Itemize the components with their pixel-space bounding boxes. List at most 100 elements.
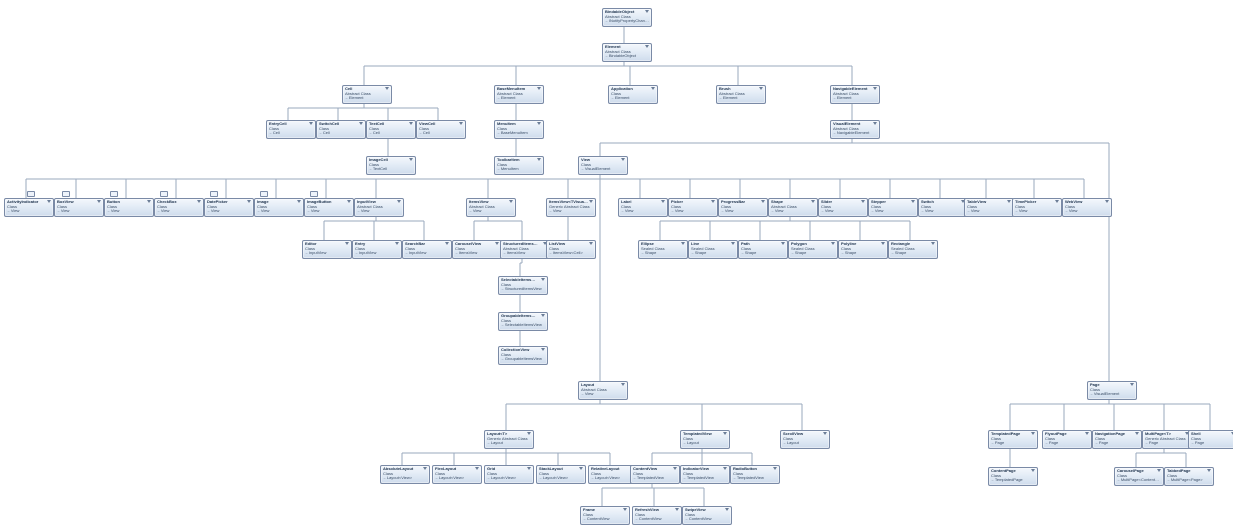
class-node-image[interactable]: ImageClassView (254, 198, 304, 217)
class-node-scrollView[interactable]: ScrollViewClassLayout (780, 430, 830, 449)
class-node-timePicker[interactable]: TimePickerClassView (1012, 198, 1062, 217)
class-node-polygon[interactable]: PolygonSealed ClassShape (788, 240, 838, 259)
class-node-activityIndicator[interactable]: ActivityIndicatorClassView (4, 198, 54, 217)
class-node-slider[interactable]: SliderClassView (818, 198, 868, 217)
class-node-baseMenuItem[interactable]: BaseMenuItemAbstract ClassElement (494, 85, 544, 104)
class-node-picker[interactable]: PickerClassView (668, 198, 718, 217)
class-node-multiPage[interactable]: MultiPage<T>Generic Abstract ClassPage (1142, 430, 1192, 449)
class-base: ItemsView (455, 251, 499, 256)
class-node-collectionView[interactable]: CollectionViewClassGroupableItemsView (498, 346, 548, 365)
class-node-entry[interactable]: EntryClassInputView (352, 240, 402, 259)
class-base: View (721, 209, 765, 214)
collapsed-stub[interactable] (62, 191, 70, 197)
chevron-down-icon (1135, 432, 1139, 435)
class-node-bindableObject[interactable]: BindableObjectAbstract ClassINotifyPrope… (602, 8, 652, 27)
collapsed-stub[interactable] (210, 191, 218, 197)
class-node-brush[interactable]: BrushAbstract ClassElement (716, 85, 766, 104)
class-base: Shape (641, 251, 685, 256)
chevron-down-icon (1130, 383, 1134, 386)
class-node-frame[interactable]: FrameClassContentView (580, 506, 630, 525)
class-node-rectangle[interactable]: RectangleSealed ClassShape (888, 240, 938, 259)
class-base: Layout<View> (487, 476, 531, 481)
class-node-element[interactable]: ElementAbstract ClassBindableObject (602, 43, 652, 62)
class-node-navigationPage[interactable]: NavigationPageClassPage (1092, 430, 1142, 449)
class-node-itemsViewTVisual[interactable]: ItemsView<TVisua…Generic Abstract ClassV… (546, 198, 596, 217)
collapsed-stub[interactable] (110, 191, 118, 197)
class-base: View (549, 209, 593, 214)
class-node-layoutT[interactable]: Layout<T>Generic Abstract ClassLayout (484, 430, 534, 449)
class-node-textCell[interactable]: TextCellClassCell (366, 120, 416, 139)
class-node-carouselPage[interactable]: CarouselPageClassMultiPage<ContentPa… (1114, 467, 1164, 486)
class-node-stackLayout[interactable]: StackLayoutClassLayout<View> (536, 465, 586, 484)
class-node-visualElement[interactable]: VisualElementAbstract ClassNavigableElem… (830, 120, 880, 139)
class-base: View (671, 209, 715, 214)
class-node-toolbarItem[interactable]: ToolbarItemClassMenuItem (494, 156, 544, 175)
class-node-inputView[interactable]: InputViewAbstract ClassView (354, 198, 404, 217)
class-node-checkBox[interactable]: CheckBoxClassView (154, 198, 204, 217)
class-node-polyline[interactable]: PolylineClassShape (838, 240, 888, 259)
collapsed-stub[interactable] (160, 191, 168, 197)
class-node-imageCell[interactable]: ImageCellClassTextCell (366, 156, 416, 175)
class-node-ellipse[interactable]: EllipseSealed ClassShape (638, 240, 688, 259)
class-node-boxView[interactable]: BoxViewClassView (54, 198, 104, 217)
collapsed-stub[interactable] (27, 191, 35, 197)
class-node-selectableItems[interactable]: SelectableItems…ClassStructuredItemsView (498, 276, 548, 295)
class-base: Page (1145, 441, 1189, 446)
class-node-groupableItems[interactable]: GroupableItems…ClassSelectableItemsView (498, 312, 548, 331)
class-node-view[interactable]: ViewClassVisualElement (578, 156, 628, 175)
class-node-layout[interactable]: LayoutAbstract ClassView (578, 381, 628, 400)
class-node-viewCell[interactable]: ViewCellClassCell (416, 120, 466, 139)
class-node-grid[interactable]: GridClassLayout<View> (484, 465, 534, 484)
class-node-navigableElement[interactable]: NavigableElementAbstract ClassElement (830, 85, 880, 104)
class-node-stepper[interactable]: StepperClassView (868, 198, 918, 217)
class-node-cell[interactable]: CellAbstract ClassElement (342, 85, 392, 104)
collapsed-stub[interactable] (260, 191, 268, 197)
class-node-label[interactable]: LabelClassView (618, 198, 668, 217)
class-node-flyoutPage[interactable]: FlyoutPageClassPage (1042, 430, 1092, 449)
class-node-switch[interactable]: SwitchClassView (918, 198, 968, 217)
class-base: View (7, 209, 51, 214)
class-node-button[interactable]: ButtonClassView (104, 198, 154, 217)
class-node-radioButton[interactable]: RadioButtonClassTemplatedView (730, 465, 780, 484)
class-node-templatedPage[interactable]: TemplatedPageClassPage (988, 430, 1038, 449)
chevron-down-icon (781, 242, 785, 245)
class-node-swipeView[interactable]: SwipeViewClassContentView (682, 506, 732, 525)
class-node-carouselView[interactable]: CarouselViewClassItemsView (452, 240, 502, 259)
class-node-searchBar[interactable]: SearchBarClassInputView (402, 240, 452, 259)
class-node-contentPage[interactable]: ContentPageClassTemplatedPage (988, 467, 1038, 486)
class-node-shell[interactable]: ShellClassPage (1188, 430, 1233, 449)
class-node-refreshView[interactable]: RefreshViewClassContentView (632, 506, 682, 525)
class-node-page[interactable]: PageClassVisualElement (1087, 381, 1137, 400)
class-node-templatedView[interactable]: TemplatedViewClassLayout (680, 430, 730, 449)
class-node-entryCell[interactable]: EntryCellClassCell (266, 120, 316, 139)
class-node-progressBar[interactable]: ProgressBarClassView (718, 198, 768, 217)
class-node-menuItem[interactable]: MenuItemClassBaseMenuItem (494, 120, 544, 139)
class-node-absoluteLayout[interactable]: AbsoluteLayoutClassLayout<View> (380, 465, 430, 484)
class-node-structuredItems[interactable]: StructuredItems…Abstract ClassItemsView (500, 240, 550, 259)
class-base: TemplatedView (683, 476, 727, 481)
class-node-tabbedPage[interactable]: TabbedPageClassMultiPage<Page> (1164, 467, 1214, 486)
class-node-line[interactable]: LineSealed ClassShape (688, 240, 738, 259)
class-node-datePicker[interactable]: DatePickerClassView (204, 198, 254, 217)
class-node-application[interactable]: ApplicationClassElement (608, 85, 658, 104)
class-base: TemplatedView (633, 476, 677, 481)
chevron-down-icon (509, 200, 513, 203)
class-node-contentView[interactable]: ContentViewClassTemplatedView (630, 465, 680, 484)
collapsed-stub[interactable] (310, 191, 318, 197)
class-node-webView[interactable]: WebViewClassView (1062, 198, 1112, 217)
class-node-editor[interactable]: EditorClassInputView (302, 240, 352, 259)
class-base: StructuredItemsView (501, 287, 545, 292)
class-node-switchCell[interactable]: SwitchCellClassCell (316, 120, 366, 139)
class-node-flexLayout[interactable]: FlexLayoutClassLayout<View> (432, 465, 482, 484)
class-node-itemsView[interactable]: ItemsViewAbstract ClassView (466, 198, 516, 217)
class-node-tableView[interactable]: TableViewClassView (964, 198, 1014, 217)
chevron-down-icon (861, 200, 865, 203)
class-node-listView[interactable]: ListViewClassItemsView<Cell> (546, 240, 596, 259)
class-node-shape[interactable]: ShapeAbstract ClassView (768, 198, 818, 217)
class-node-path[interactable]: PathClassShape (738, 240, 788, 259)
class-node-indicatorView[interactable]: IndicatorViewClassTemplatedView (680, 465, 730, 484)
chevron-down-icon (345, 242, 349, 245)
chevron-down-icon (537, 87, 541, 90)
chevron-down-icon (1055, 200, 1059, 203)
class-node-imageButton[interactable]: ImageButtonClassView (304, 198, 354, 217)
